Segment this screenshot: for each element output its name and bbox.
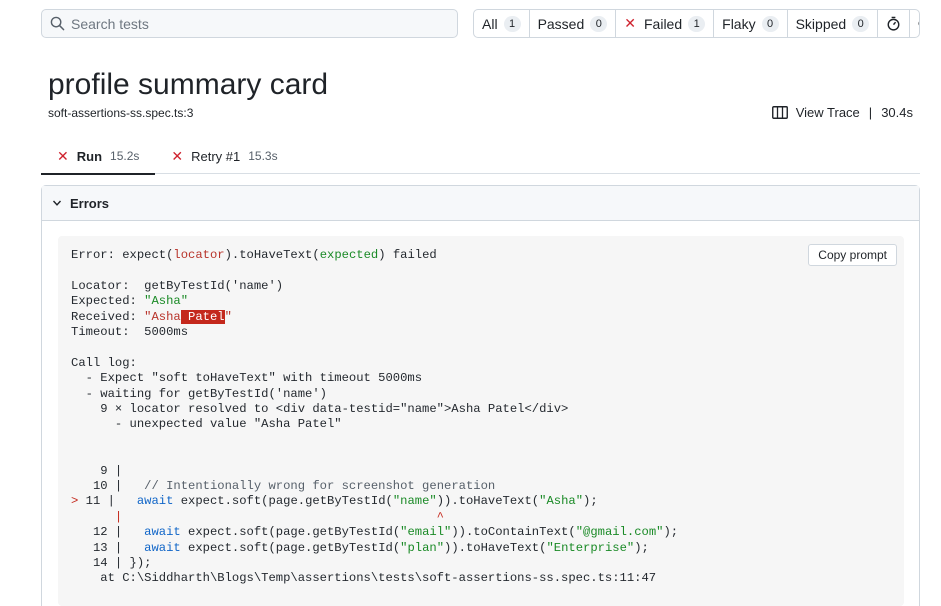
test-title: profile summary card: [48, 68, 329, 101]
speedboard-button[interactable]: [878, 10, 911, 37]
tab-run-duration: 15.2s: [110, 149, 140, 163]
copy-prompt-button[interactable]: Copy prompt: [808, 244, 897, 266]
failed-x-icon: ✕: [624, 15, 636, 31]
search-input[interactable]: [71, 15, 441, 32]
filter-skipped-count: 0: [852, 15, 870, 32]
status-filter-bar: All 1 Passed 0 ✕ Failed 1 Flaky 0 Skippe…: [473, 9, 920, 38]
filter-all[interactable]: All 1: [474, 10, 530, 37]
call-log-line: - Expect "soft toHaveText" with timeout …: [71, 371, 423, 386]
run-tabs: ✕ Run 15.2s ✕ Retry #1 15.3s: [41, 138, 920, 175]
filter-flaky[interactable]: Flaky 0: [714, 10, 788, 37]
expected-line: Expected: "Asha": [71, 294, 189, 309]
filter-passed-count: 0: [590, 15, 608, 32]
timeout-line: Timeout: 5000ms: [71, 325, 189, 340]
filter-flaky-count: 0: [761, 15, 779, 32]
failed-x-icon: ✕: [57, 147, 69, 164]
filter-skipped[interactable]: Skipped 0: [788, 10, 879, 37]
tab-retry-1[interactable]: ✕ Retry #1 15.3s: [155, 138, 293, 174]
source-line-12: 12 | await expect.soft(page.getByTestId(…: [71, 525, 679, 540]
locator-line: Locator: getByTestId('name'): [71, 278, 284, 293]
failed-x-icon: ✕: [171, 147, 184, 164]
search-box[interactable]: [41, 9, 458, 38]
errors-panel: Errors Copy prompt Error: expect(locator)…: [41, 185, 920, 606]
source-line-10: 10 | // Intentionally wrong for screensh…: [71, 479, 496, 494]
filter-passed[interactable]: Passed 0: [530, 10, 617, 37]
error-caret: | ^: [71, 509, 444, 524]
filter-skipped-label: Skipped: [795, 15, 847, 32]
errors-header[interactable]: Errors: [42, 186, 919, 221]
error-message: Error: expect(locator).toHaveText(expect…: [71, 248, 437, 262]
received-line: Received: "Asha Patel": [71, 309, 232, 324]
tab-retry-label: Retry #1: [191, 148, 241, 164]
tab-retry-duration: 15.3s: [248, 149, 278, 163]
source-line-14: 14 | });: [71, 556, 152, 571]
call-log-line: - unexpected value "Asha Patel": [71, 417, 342, 432]
search-icon: [50, 16, 65, 31]
filter-passed-label: Passed: [537, 15, 585, 32]
trace-icon: [771, 106, 788, 119]
errors-heading: Errors: [70, 195, 110, 211]
filter-flaky-label: Flaky: [722, 15, 756, 32]
filter-all-count: 1: [503, 15, 521, 32]
chevron-down-icon: [52, 200, 62, 206]
filter-failed-label: Failed: [644, 15, 683, 32]
stack-location: at C:\Siddharth\Blogs\Temp\assertions\te…: [71, 571, 657, 586]
trace-info: View Trace | 30.4s: [771, 105, 913, 120]
trace-separator: |: [868, 105, 873, 120]
error-details: Copy prompt Error: expect(locator).toHave…: [58, 236, 904, 606]
call-log-line: - waiting for getByTestId('name'): [71, 386, 327, 401]
filter-failed-count: 1: [688, 15, 706, 32]
filter-failed[interactable]: ✕ Failed 1: [616, 10, 715, 37]
test-duration: 30.4s: [881, 105, 913, 120]
view-trace-link[interactable]: View Trace: [796, 105, 860, 120]
source-line-11: > 11 | await expect.soft(page.getByTestI…: [71, 494, 598, 509]
tab-run-label: Run: [76, 148, 103, 164]
gear-icon: [918, 21, 919, 26]
source-line-9: 9 |: [71, 463, 123, 478]
source-line-13: 13 | await expect.soft(page.getByTestId(…: [71, 540, 649, 555]
call-log-line: 9 × locator resolved to <div data-testid…: [71, 402, 569, 417]
settings-button[interactable]: [910, 10, 919, 37]
test-location: soft-assertions-ss.spec.ts:3: [48, 106, 194, 120]
filter-all-label: All: [482, 15, 498, 32]
call-log-title: Call log:: [71, 355, 137, 370]
diff-highlight: Patel: [180, 309, 225, 324]
stopwatch-icon: [887, 16, 900, 31]
tab-run[interactable]: ✕ Run 15.2s: [41, 138, 156, 175]
